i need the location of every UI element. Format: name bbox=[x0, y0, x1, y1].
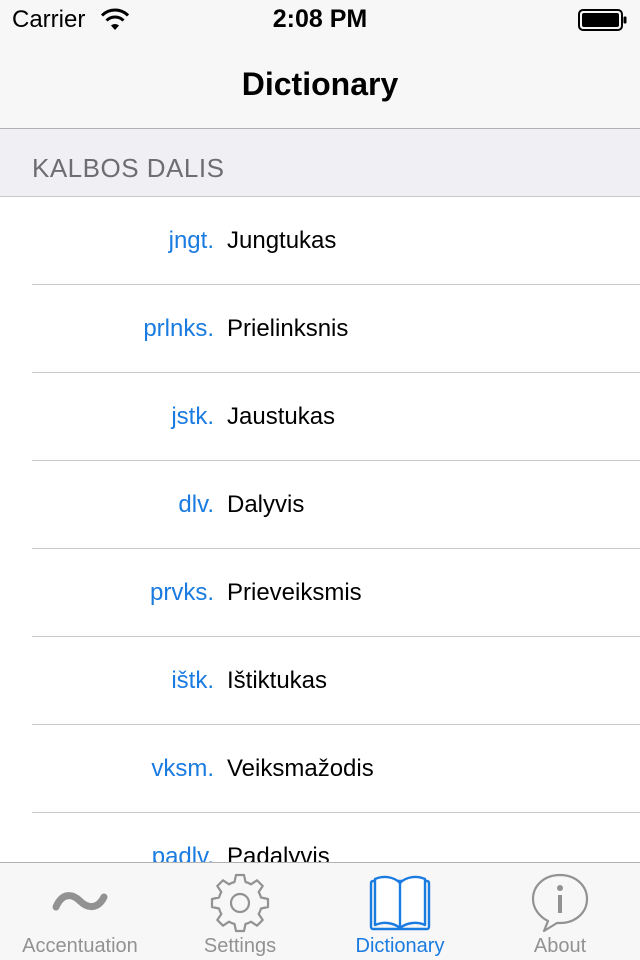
tab-label: Settings bbox=[203, 935, 277, 957]
abbreviation: dlv. bbox=[178, 491, 214, 518]
section-header-label: KALBOS DALIS bbox=[32, 153, 225, 183]
gear-icon bbox=[210, 873, 270, 933]
page-title: Dictionary bbox=[241, 66, 399, 102]
section-header: KALBOS DALIS bbox=[0, 129, 640, 197]
list-item[interactable]: jngt. Jungtukas bbox=[0, 197, 640, 285]
abbreviation: vksm. bbox=[151, 755, 214, 782]
abbreviation: jngt. bbox=[168, 227, 214, 254]
tab-accentuation[interactable]: Accentuation bbox=[0, 863, 160, 960]
tab-dictionary[interactable]: Dictionary bbox=[320, 863, 480, 960]
list-item[interactable]: vksm. Veiksmažodis bbox=[0, 725, 640, 813]
status-bar: Carrier 2:08 PM bbox=[0, 0, 640, 40]
word: Jaustukas bbox=[227, 403, 336, 430]
info-icon bbox=[531, 873, 589, 933]
clock: 2:08 PM bbox=[272, 5, 368, 33]
tab-label: Dictionary bbox=[355, 935, 445, 957]
tilde-icon bbox=[52, 892, 108, 911]
tab-about[interactable]: About bbox=[480, 863, 640, 960]
list-item[interactable]: dlv. Dalyvis bbox=[0, 461, 640, 549]
word: Ištiktukas bbox=[227, 667, 328, 694]
tab-label: Accentuation bbox=[22, 935, 138, 957]
list-item[interactable]: prvks. Prieveiksmis bbox=[0, 549, 640, 637]
tab-settings[interactable]: Settings bbox=[160, 863, 320, 960]
list-item[interactable]: jstk. Jaustukas bbox=[0, 373, 640, 461]
word: Prielinksnis bbox=[227, 315, 349, 342]
screen: Carrier 2:08 PM Dictionary KALBOS DALIS … bbox=[0, 0, 640, 960]
tab-label: About bbox=[533, 935, 587, 957]
list-item[interactable]: prlnks. Prielinksnis bbox=[0, 285, 640, 373]
dictionary-list: jngt. Jungtukas prlnks. Prielinksnis jst… bbox=[0, 197, 640, 901]
tab-bar: Accentuation Settings Dictionary About bbox=[0, 862, 640, 960]
abbreviation: prlnks. bbox=[143, 315, 214, 342]
book-icon bbox=[369, 875, 431, 931]
word: Jungtukas bbox=[227, 227, 337, 254]
abbreviation: prvks. bbox=[149, 579, 214, 606]
navigation-bar: Dictionary bbox=[0, 40, 640, 129]
word: Dalyvis bbox=[227, 491, 305, 518]
battery-icon bbox=[578, 9, 627, 31]
word: Veiksmažodis bbox=[227, 755, 374, 782]
abbreviation: ištk. bbox=[171, 667, 214, 694]
word: Prieveiksmis bbox=[227, 579, 362, 606]
abbreviation: jstk. bbox=[171, 403, 214, 430]
list-item[interactable]: ištk. Ištiktukas bbox=[0, 637, 640, 725]
